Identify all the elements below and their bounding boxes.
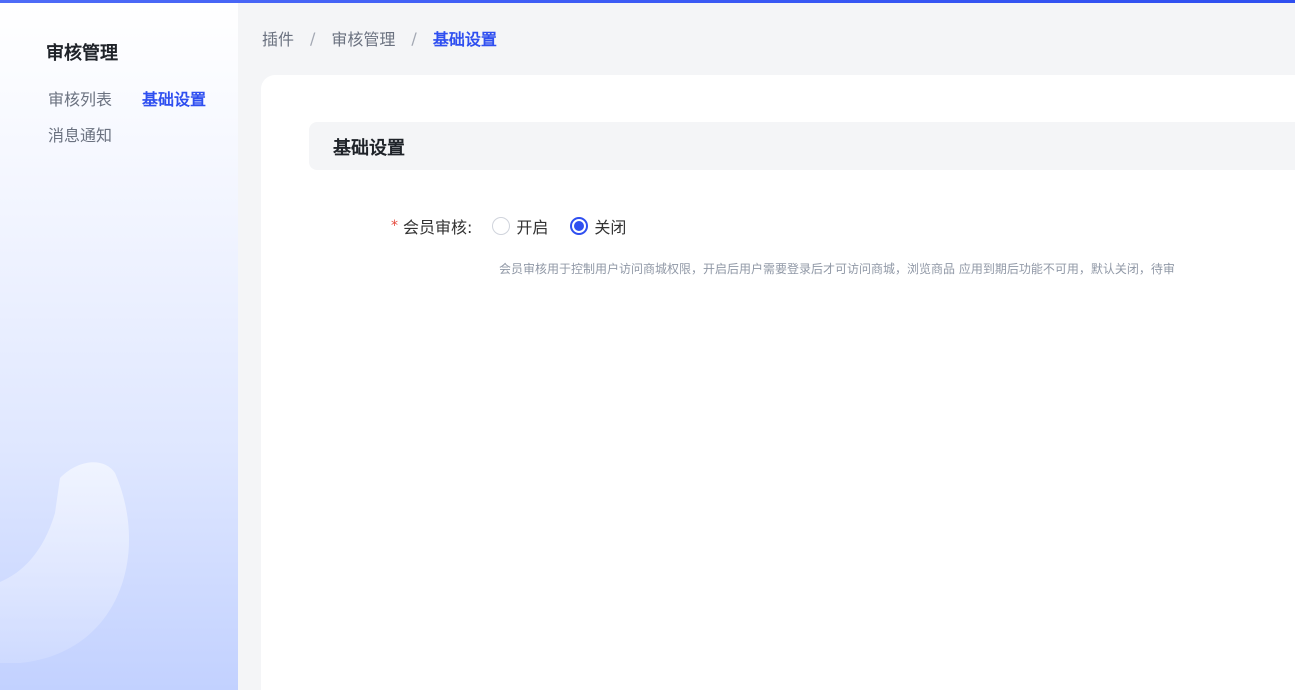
radio-disable[interactable]: 关闭 (570, 214, 626, 238)
sidebar-item-basic-settings[interactable]: 基础设置 (142, 86, 206, 110)
section-title: 基础设置 (333, 138, 405, 159)
breadcrumb-separator: / (310, 28, 316, 48)
breadcrumb-separator: / (411, 28, 417, 48)
radio-disable-circle[interactable] (570, 217, 589, 235)
breadcrumb-item-current: 基础设置 (432, 30, 497, 49)
radio-enable[interactable]: 开启 (492, 214, 548, 238)
sidebar-item-message-notification[interactable]: 消息通知 (48, 122, 112, 146)
required-mark: * (391, 218, 398, 234)
breadcrumb-item-plugins[interactable]: 插件 (262, 26, 294, 50)
sidebar: 审核管理 审核列表 基础设置 消息通知 (0, 3, 238, 690)
radio-disable-label[interactable]: 关闭 (594, 214, 626, 238)
member-review-help-text: 会员审核用于控制用户访问商城权限，开启后用户需要登录后才可访问商城，浏览商品 应… (499, 262, 1175, 276)
content-card: 基础设置 * 会员审核: 开启 关闭 会员审核用于控制用户访问商城权限，开启后用… (261, 75, 1295, 690)
radio-enable-circle[interactable] (492, 217, 511, 235)
breadcrumb: 插件 / 审核管理 / 基础设置 (262, 26, 497, 50)
section-header: 基础设置 (309, 122, 1295, 170)
radio-enable-label[interactable]: 开启 (516, 214, 548, 238)
decorative-swirl-icon (0, 462, 130, 663)
breadcrumb-item-review-management[interactable]: 审核管理 (331, 26, 395, 50)
sidebar-title: 审核管理 (46, 43, 118, 64)
member-review-label: 会员审核: (403, 218, 473, 237)
sidebar-item-review-list[interactable]: 审核列表 (48, 86, 112, 110)
member-review-row: * 会员审核: 开启 关闭 (391, 214, 648, 238)
